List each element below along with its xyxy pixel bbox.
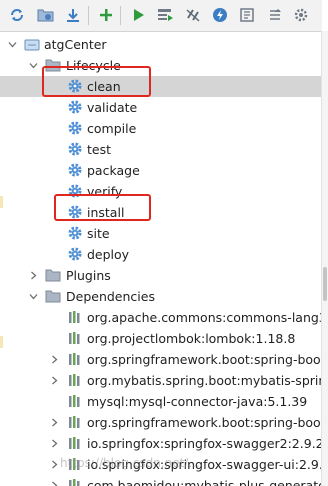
library-icon xyxy=(67,393,83,409)
dependencies-label: Dependencies xyxy=(66,289,155,304)
tree-node-dependency[interactable]: org.projectlombok:lombok:1.18.8 xyxy=(0,328,322,349)
tree-node-dependency[interactable]: mysql:mysql-connector-java:5.1.39 xyxy=(0,391,322,412)
maven-projects-tree: atgCenter Lifecycle clean validate compi… xyxy=(0,31,322,486)
tree-node-project[interactable]: atgCenter xyxy=(0,34,322,55)
tree-node-dependency[interactable]: com.baomidou:mybatis-plus-generator:3. xyxy=(0,475,322,486)
gear-icon xyxy=(67,162,83,178)
library-icon xyxy=(67,351,83,367)
project-label: atgCenter xyxy=(44,37,107,52)
tree-node-goal-package[interactable]: package xyxy=(0,160,322,181)
chevron-right-icon[interactable] xyxy=(49,480,59,486)
generate-sources-icon[interactable] xyxy=(35,5,55,25)
tree-node-dependency[interactable]: org.apache.commons:commons-lang3:3. xyxy=(0,307,322,328)
dependency-label: mysql:mysql-connector-java:5.1.39 xyxy=(87,394,308,409)
dependency-label: org.springframework.boot:spring-boot-s xyxy=(87,415,322,430)
tree-node-goal-test[interactable]: test xyxy=(0,139,322,160)
tree-node-goal-deploy[interactable]: deploy xyxy=(0,244,322,265)
library-icon xyxy=(67,414,83,430)
chevron-down-icon[interactable] xyxy=(28,291,38,301)
chevron-right-icon[interactable] xyxy=(28,270,38,280)
gear-icon xyxy=(67,246,83,262)
goal-label: test xyxy=(87,142,112,157)
goal-label: site xyxy=(87,226,110,241)
execute-goal-icon[interactable] xyxy=(155,5,175,25)
watermark: https://blog.csdn.net/... xyxy=(60,456,200,470)
vertical-scrollbar[interactable] xyxy=(321,31,328,486)
skip-tests-icon[interactable] xyxy=(210,5,230,25)
dependency-label: org.springframework.boot:spring-boot-s xyxy=(87,352,322,367)
tree-node-plugins[interactable]: Plugins xyxy=(0,265,322,286)
gutter-marker xyxy=(0,336,3,348)
dependency-label: org.projectlombok:lombok:1.18.8 xyxy=(87,331,296,346)
tree-node-goal-validate[interactable]: validate xyxy=(0,97,322,118)
collapse-all-icon[interactable] xyxy=(265,5,285,25)
plugins-label: Plugins xyxy=(66,268,111,283)
folder-icon xyxy=(45,267,61,283)
reimport-icon[interactable] xyxy=(7,5,27,25)
gutter-marker xyxy=(0,196,3,208)
maven-project-icon xyxy=(24,36,40,52)
tree-node-dependency[interactable]: org.springframework.boot:spring-boot-s xyxy=(0,412,322,433)
run-icon[interactable] xyxy=(128,5,148,25)
tree-node-dependency[interactable]: org.springframework.boot:spring-boot-s xyxy=(0,349,322,370)
download-icon[interactable] xyxy=(63,5,83,25)
maven-toolbar xyxy=(0,0,322,32)
add-maven-project-icon[interactable] xyxy=(96,5,116,25)
chevron-right-icon[interactable] xyxy=(49,354,59,364)
highlight-box-install xyxy=(54,194,151,221)
dependency-label: com.baomidou:mybatis-plus-generator:3. xyxy=(87,478,322,486)
chevron-right-icon[interactable] xyxy=(49,459,59,469)
chevron-down-icon[interactable] xyxy=(7,39,17,49)
library-icon xyxy=(67,435,83,451)
dependency-label: org.mybatis.spring.boot:mybatis-spring-l xyxy=(87,373,322,388)
folder-icon xyxy=(45,288,61,304)
settings-icon[interactable] xyxy=(291,5,311,25)
library-icon xyxy=(67,309,83,325)
gear-icon xyxy=(67,120,83,136)
tree-node-dependency[interactable]: io.springfox:springfox-swagger2:2.9.2 xyxy=(0,433,322,454)
chevron-right-icon[interactable] xyxy=(49,438,59,448)
goal-label: deploy xyxy=(87,247,130,262)
gear-icon xyxy=(67,99,83,115)
chevron-down-icon[interactable] xyxy=(28,60,38,70)
dependency-label: io.springfox:springfox-swagger2:2.9.2 xyxy=(87,436,322,451)
toggle-offline-icon[interactable] xyxy=(183,5,203,25)
goal-label: compile xyxy=(87,121,137,136)
show-dependencies-icon[interactable] xyxy=(237,5,257,25)
dependency-label: org.apache.commons:commons-lang3:3. xyxy=(87,310,322,325)
tree-node-dependencies[interactable]: Dependencies xyxy=(0,286,322,307)
tree-node-goal-install[interactable]: install xyxy=(0,202,322,223)
goal-label: validate xyxy=(87,100,138,115)
library-icon xyxy=(67,330,83,346)
tree-node-dependency[interactable]: org.mybatis.spring.boot:mybatis-spring-l xyxy=(0,370,322,391)
tree-node-goal-compile[interactable]: compile xyxy=(0,118,322,139)
gear-icon xyxy=(67,225,83,241)
tree-node-goal-site[interactable]: site xyxy=(0,223,322,244)
tree-node-goal-verify[interactable]: verify xyxy=(0,181,322,202)
chevron-right-icon[interactable] xyxy=(49,375,59,385)
scrollbar-thumb[interactable] xyxy=(323,267,327,301)
library-icon xyxy=(67,477,83,486)
goal-label: package xyxy=(87,163,140,178)
chevron-right-icon[interactable] xyxy=(49,417,59,427)
library-icon xyxy=(67,372,83,388)
gear-icon xyxy=(67,141,83,157)
highlight-box-clean xyxy=(42,66,151,97)
